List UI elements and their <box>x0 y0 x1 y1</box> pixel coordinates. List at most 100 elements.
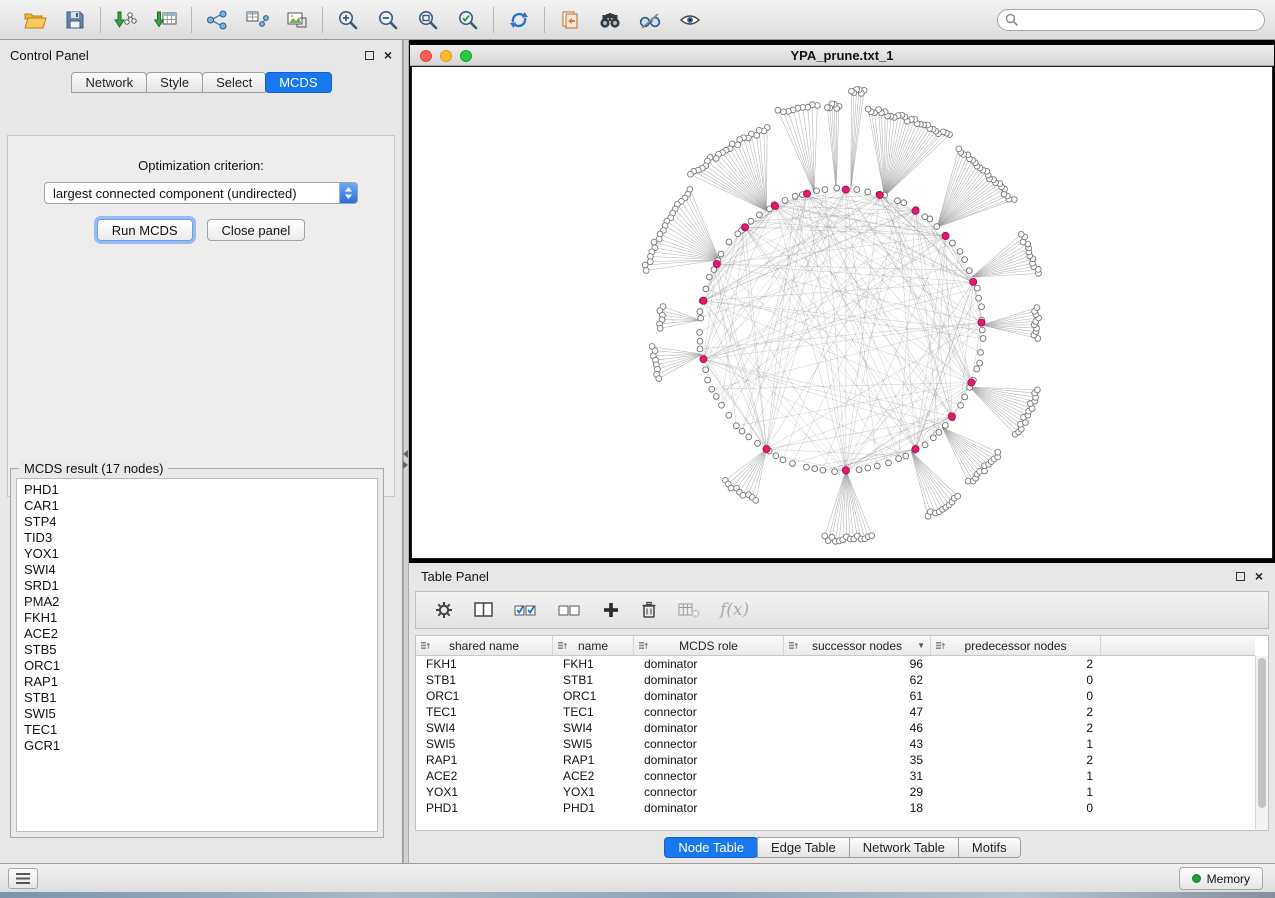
clone-network-icon[interactable] <box>557 8 583 32</box>
table-cell: 2 <box>931 704 1101 720</box>
zoom-fit-icon[interactable] <box>415 8 441 32</box>
collapse-left-icon[interactable] <box>403 450 408 458</box>
select-all-rows-icon[interactable] <box>514 598 538 622</box>
table-row[interactable]: ACE2ACE2connector311 <box>416 768 1255 784</box>
search-input[interactable] <box>997 9 1265 31</box>
new-network-icon[interactable] <box>204 8 230 32</box>
window-zoom-button[interactable] <box>460 50 472 62</box>
column-header-name[interactable]: name <box>553 636 634 655</box>
delete-column-icon[interactable] <box>640 598 658 622</box>
mcds-result-item[interactable]: FKH1 <box>24 610 370 626</box>
tab-motifs[interactable]: Motifs <box>958 837 1021 858</box>
zoom-selected-icon[interactable] <box>455 8 481 32</box>
table-scrollbar[interactable] <box>1255 656 1268 830</box>
table-cell: connector <box>634 784 784 800</box>
tab-network-table[interactable]: Network Table <box>849 837 959 858</box>
table-row[interactable]: STB1STB1dominator620 <box>416 672 1255 688</box>
mcds-result-list[interactable]: PHD1CAR1STP4TID3YOX1SWI4SRD1PMA2FKH1ACE2… <box>16 478 378 832</box>
tab-select[interactable]: Select <box>202 72 266 93</box>
delete-table-icon[interactable] <box>678 598 700 622</box>
table-row[interactable]: SWI5SWI5connector431 <box>416 736 1255 752</box>
mcds-result-item[interactable]: SWI4 <box>24 562 370 578</box>
scrollbar-thumb[interactable] <box>1258 658 1266 808</box>
splitter-collapse-icons[interactable] <box>403 450 408 469</box>
table-row[interactable]: RAP1RAP1dominator352 <box>416 752 1255 768</box>
mcds-result-item[interactable]: STB1 <box>24 690 370 706</box>
show-graphics-details-icon[interactable] <box>637 8 663 32</box>
create-column-icon[interactable] <box>602 598 620 622</box>
mcds-result-item[interactable]: STP4 <box>24 514 370 530</box>
table-cell: YOX1 <box>416 784 553 800</box>
column-header-predecessor-nodes[interactable]: predecessor nodes <box>931 636 1101 655</box>
network-canvas-svg[interactable] <box>412 67 1272 558</box>
float-table-panel-icon[interactable] <box>1236 572 1245 581</box>
table-cell: 2 <box>931 720 1101 736</box>
window-close-button[interactable] <box>420 50 432 62</box>
status-bar: Memory <box>0 863 1275 892</box>
column-header-mcds-role[interactable]: MCDS role <box>634 636 784 655</box>
tab-style[interactable]: Style <box>146 72 203 93</box>
close-panel-button[interactable]: Close panel <box>207 219 306 241</box>
mcds-result-item[interactable]: CAR1 <box>24 498 370 514</box>
refresh-layout-icon[interactable] <box>506 8 532 32</box>
mcds-result-item[interactable]: GCR1 <box>24 738 370 754</box>
table-cell: RAP1 <box>553 752 634 768</box>
dropdown-stepper-icon[interactable] <box>339 183 357 203</box>
collapse-right-icon[interactable] <box>403 461 408 469</box>
function-builder-icon[interactable]: f(x) <box>720 598 749 622</box>
mcds-result-item[interactable]: SRD1 <box>24 578 370 594</box>
column-header-shared-name[interactable]: shared name <box>416 636 553 655</box>
tab-edge-table[interactable]: Edge Table <box>757 837 850 858</box>
network-from-table-icon[interactable] <box>244 8 270 32</box>
show-hide-eye-icon[interactable] <box>677 8 703 32</box>
table-toolbar: f(x) <box>415 591 1269 629</box>
mcds-result-item[interactable]: SWI5 <box>24 706 370 722</box>
open-session-icon[interactable] <box>22 8 48 32</box>
table-cell: ORC1 <box>416 688 553 704</box>
mcds-result-item[interactable]: TEC1 <box>24 722 370 738</box>
table-row[interactable]: PHD1PHD1dominator180 <box>416 800 1255 816</box>
mcds-result-item[interactable]: RAP1 <box>24 674 370 690</box>
mcds-result-item[interactable]: PHD1 <box>24 482 370 498</box>
table-body[interactable]: FKH1FKH1dominator962STB1STB1dominator620… <box>416 656 1255 830</box>
table-cell: SWI4 <box>416 720 553 736</box>
table-options-gear-icon[interactable] <box>434 598 454 622</box>
mcds-result-item[interactable]: PMA2 <box>24 594 370 610</box>
import-network-icon[interactable] <box>113 8 139 32</box>
optimization-criterion-dropdown[interactable]: largest connected component (undirected) <box>44 182 358 204</box>
close-panel-icon[interactable]: × <box>384 50 392 60</box>
mcds-result-item[interactable]: ORC1 <box>24 658 370 674</box>
import-table-icon[interactable] <box>153 8 179 32</box>
zoom-in-icon[interactable] <box>335 8 361 32</box>
table-row[interactable]: TEC1TEC1connector472 <box>416 704 1255 720</box>
mcds-result-item[interactable]: STB5 <box>24 642 370 658</box>
window-minimize-button[interactable] <box>440 50 452 62</box>
table-row[interactable]: FKH1FKH1dominator962 <box>416 656 1255 672</box>
network-window-title: YPA_prune.txt_1 <box>790 48 893 63</box>
mcds-result-item[interactable]: YOX1 <box>24 546 370 562</box>
table-row[interactable]: ORC1ORC1dominator610 <box>416 688 1255 704</box>
float-panel-icon[interactable] <box>365 51 374 60</box>
save-session-icon[interactable] <box>62 8 88 32</box>
mcds-result-item[interactable]: TID3 <box>24 530 370 546</box>
split-panel-icon[interactable] <box>474 598 494 622</box>
tab-mcds[interactable]: MCDS <box>265 72 331 93</box>
mcds-result-item[interactable]: ACE2 <box>24 626 370 642</box>
network-canvas[interactable] <box>411 66 1273 559</box>
run-mcds-button[interactable]: Run MCDS <box>97 219 193 241</box>
table-row[interactable]: SWI4SWI4dominator462 <box>416 720 1255 736</box>
sort-caret-icon[interactable]: ▼ <box>917 641 925 650</box>
table-cell: 2 <box>931 752 1101 768</box>
close-table-panel-icon[interactable]: × <box>1255 571 1263 581</box>
tab-network[interactable]: Network <box>71 72 147 93</box>
deselect-all-rows-icon[interactable] <box>558 598 582 622</box>
zoom-out-icon[interactable] <box>375 8 401 32</box>
memory-button[interactable]: Memory <box>1179 867 1263 890</box>
tab-node-table[interactable]: Node Table <box>664 837 758 858</box>
show-panels-button[interactable] <box>8 868 38 889</box>
table-row[interactable]: YOX1YOX1connector291 <box>416 784 1255 800</box>
search-binoculars-icon[interactable] <box>597 8 623 32</box>
network-window-titlebar[interactable]: YPA_prune.txt_1 <box>410 45 1274 66</box>
export-image-icon[interactable] <box>284 8 310 32</box>
column-header-successor-nodes[interactable]: successor nodes▼ <box>784 636 931 655</box>
